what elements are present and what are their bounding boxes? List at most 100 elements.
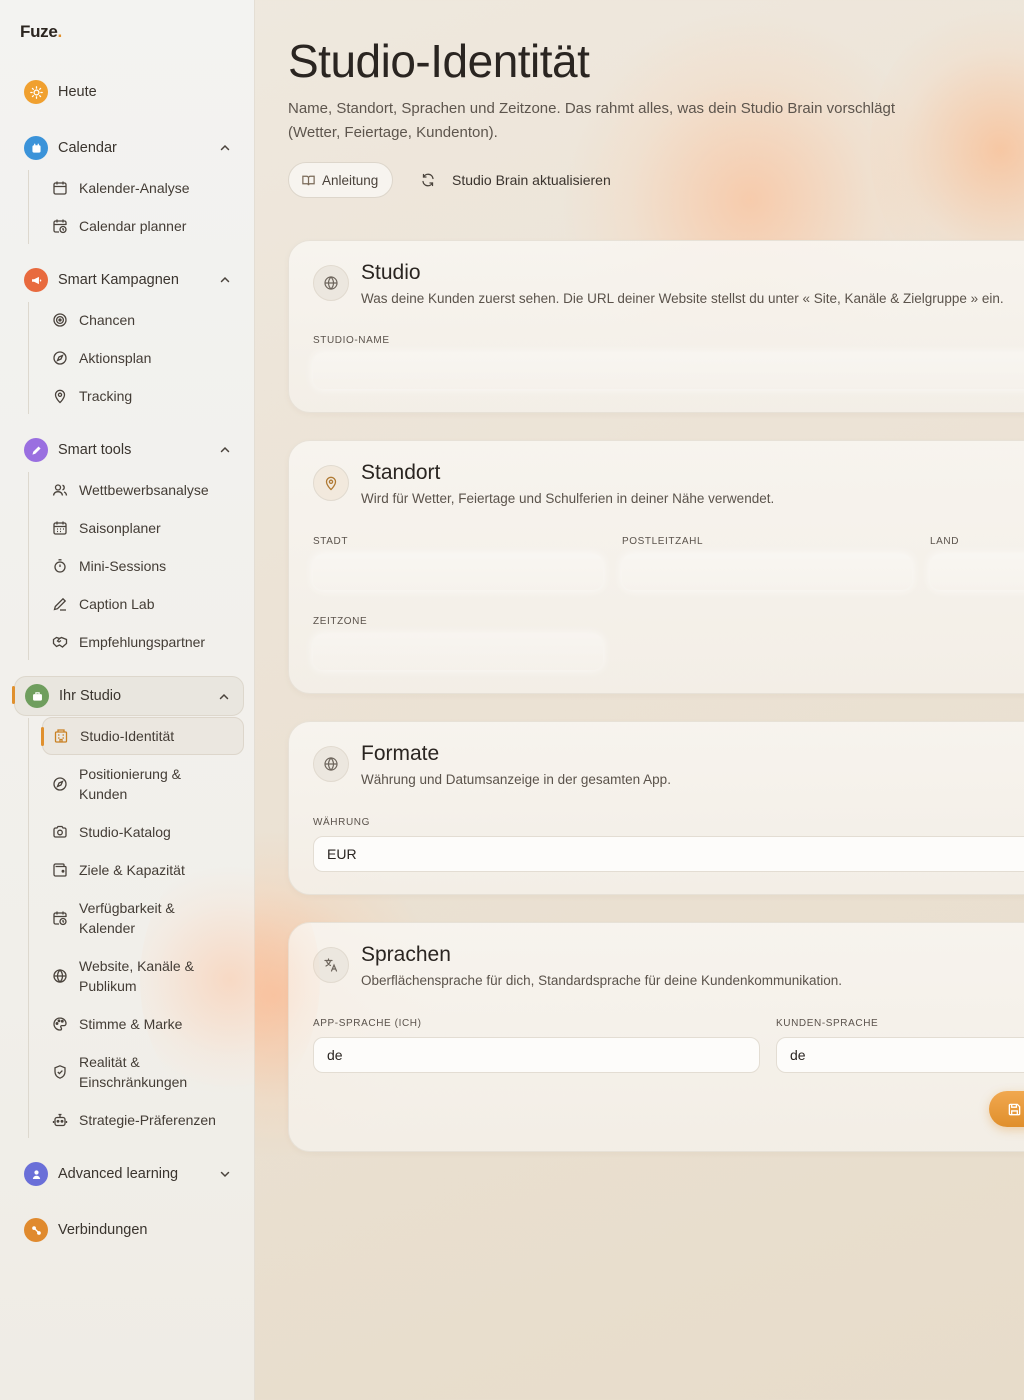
currency-select[interactable]: EUR	[313, 836, 1024, 872]
stopwatch-icon	[54, 559, 66, 573]
sidebar-group-smart-kampagnen[interactable]: Smart Kampagnen	[14, 262, 244, 298]
sidebar-item-caption-lab[interactable]: Caption Lab	[42, 586, 244, 622]
sidebar-item-verbindungen[interactable]: Verbindungen	[14, 1212, 244, 1248]
sidebar-item-ziele-kapazitaet[interactable]: Ziele & Kapazität	[42, 852, 244, 888]
sidebar-item-chancen[interactable]: Chancen	[42, 302, 244, 338]
sidebar-item-mini-sessions[interactable]: Mini-Sessions	[42, 548, 244, 584]
sidebar-item-stimme-marke[interactable]: Stimme & Marke	[42, 1006, 244, 1042]
sidebar-item-studio-katalog[interactable]: Studio-Katalog	[42, 814, 244, 850]
refresh-icon	[422, 173, 434, 187]
sidebar-item-kalender-analyse[interactable]: Kalender-Analyse	[42, 170, 244, 206]
page-subtitle: Name, Standort, Sprachen und Zeitzone. D…	[288, 100, 895, 141]
sidebar-group-calendar[interactable]: Calendar	[14, 130, 244, 166]
globe-icon	[53, 969, 67, 983]
card-languages: Sprachen Oberflächensprache für dich, St…	[288, 922, 1024, 1152]
target-icon	[53, 313, 67, 327]
card-title: Formate	[361, 742, 440, 765]
megaphone-icon	[24, 268, 48, 292]
globe-icon	[313, 265, 349, 301]
chevron-down-icon[interactable]	[218, 1167, 232, 1181]
connections-icon	[24, 1218, 48, 1242]
sidebar-item-saisonplaner[interactable]: Saisonplaner	[42, 510, 244, 546]
app-language-select[interactable]: de	[313, 1037, 760, 1073]
calendar-clock-icon	[53, 219, 67, 234]
building-icon	[54, 729, 68, 743]
card-subtitle: Währung und Datumsanzeige in der gesamte…	[361, 772, 671, 787]
person-icon	[24, 1162, 48, 1186]
sidebar-item-positionierung[interactable]: Positionierung & Kunden	[42, 763, 244, 805]
globe-icon	[313, 746, 349, 782]
calendar-outline-icon	[53, 181, 67, 195]
card-subtitle: Was deine Kunden zuerst sehen. Die URL d…	[361, 291, 1004, 306]
sidebar-item-verfuegbarkeit[interactable]: Verfügbarkeit & Kalender	[42, 897, 244, 939]
sidebar-group-advanced-learning[interactable]: Advanced learning	[14, 1156, 244, 1192]
compass-icon	[53, 351, 67, 365]
pen-icon	[53, 597, 67, 611]
camera-icon	[53, 825, 67, 838]
sidebar-item-wettbewerbsanalyse[interactable]: Wettbewerbsanalyse	[42, 472, 244, 508]
sidebar: Fuze. Heute Calendar Kalender-Analyse Ca…	[0, 0, 320, 1400]
save-icon	[1008, 1103, 1021, 1115]
sidebar-group-smart-tools[interactable]: Smart tools	[14, 432, 244, 468]
card-subtitle: Oberflächensprache für dich, Standardspr…	[361, 973, 843, 988]
users-icon	[52, 484, 68, 496]
chevron-up-icon[interactable]	[217, 690, 231, 704]
pencil-icon	[24, 438, 48, 462]
main-content: Studio-Identität Name, Standort, Sprache…	[255, 0, 1024, 1400]
card-formats: Formate Währung und Datumsanzeige in der…	[288, 721, 1024, 895]
zip-input[interactable]	[622, 554, 912, 590]
card-subtitle: Wird für Wetter, Feiertage und Schulferi…	[361, 491, 775, 506]
calendar-grid-icon	[53, 521, 67, 535]
app-logo[interactable]: Fuze.	[20, 22, 62, 42]
currency-label: Währung	[313, 817, 370, 828]
palette-icon	[53, 1017, 67, 1031]
calendar-icon	[24, 136, 48, 160]
card-title: Sprachen	[361, 943, 451, 966]
card-location: Standort Wird für Wetter, Feiertage und …	[288, 440, 1024, 694]
refresh-studio-brain-button[interactable]: Studio Brain aktualisieren	[420, 162, 611, 198]
chevron-up-icon[interactable]	[218, 273, 232, 287]
map-pin-icon	[313, 465, 349, 501]
card-title: Studio	[361, 261, 421, 284]
sidebar-item-strategie[interactable]: Strategie-Präferenzen	[42, 1102, 244, 1138]
page-title: Studio-Identität	[288, 35, 590, 87]
timezone-select[interactable]	[313, 634, 603, 670]
save-button[interactable]	[989, 1091, 1024, 1127]
card-studio: Studio Was deine Kunden zuerst sehen. Di…	[288, 240, 1024, 413]
sidebar-item-empfehlungspartner[interactable]: Empfehlungspartner	[42, 624, 244, 660]
sidebar-item-aktionsplan[interactable]: Aktionsplan	[42, 340, 244, 376]
book-icon	[302, 175, 315, 185]
chevron-up-icon[interactable]	[218, 141, 232, 155]
zip-label: Postleitzahl	[622, 536, 704, 547]
briefcase-icon	[25, 684, 49, 708]
sun-icon	[24, 80, 48, 104]
client-language-select[interactable]: de	[776, 1037, 1024, 1073]
sidebar-group-ihr-studio[interactable]: Ihr Studio	[12, 676, 244, 716]
client-language-label: Kunden-Sprache	[776, 1018, 879, 1029]
handshake-icon	[52, 636, 68, 648]
city-input[interactable]	[313, 554, 603, 590]
robot-icon	[52, 1113, 68, 1127]
sidebar-item-calendar-planner[interactable]: Calendar planner	[42, 208, 244, 244]
city-label: Stadt	[313, 536, 349, 547]
chevron-up-icon[interactable]	[218, 443, 232, 457]
calendar-clock-icon	[53, 911, 67, 926]
card-title: Standort	[361, 461, 441, 484]
compass-icon	[53, 777, 67, 791]
map-pin-icon	[54, 389, 66, 404]
sidebar-item-studio-identitaet[interactable]: Studio-Identität	[41, 717, 244, 755]
translate-icon	[313, 947, 349, 983]
app-language-label: App-Sprache (ich)	[313, 1018, 422, 1029]
sidebar-item-realitaet[interactable]: Realität & Einschränkungen	[42, 1051, 244, 1093]
wallet-icon	[53, 863, 67, 877]
sidebar-item-tracking[interactable]: Tracking	[42, 378, 244, 414]
sidebar-item-today[interactable]: Heute	[14, 74, 244, 110]
country-input[interactable]	[930, 554, 1024, 590]
guide-button[interactable]: Anleitung	[288, 162, 394, 198]
studio-name-label: Studio-Name	[313, 335, 390, 346]
shield-check-icon	[54, 1065, 66, 1079]
sidebar-item-website-kanaele[interactable]: Website, Kanäle & Publikum	[42, 955, 244, 997]
studio-name-input[interactable]	[313, 353, 1024, 389]
timezone-label: Zeitzone	[313, 616, 368, 627]
country-label: Land	[930, 536, 960, 547]
